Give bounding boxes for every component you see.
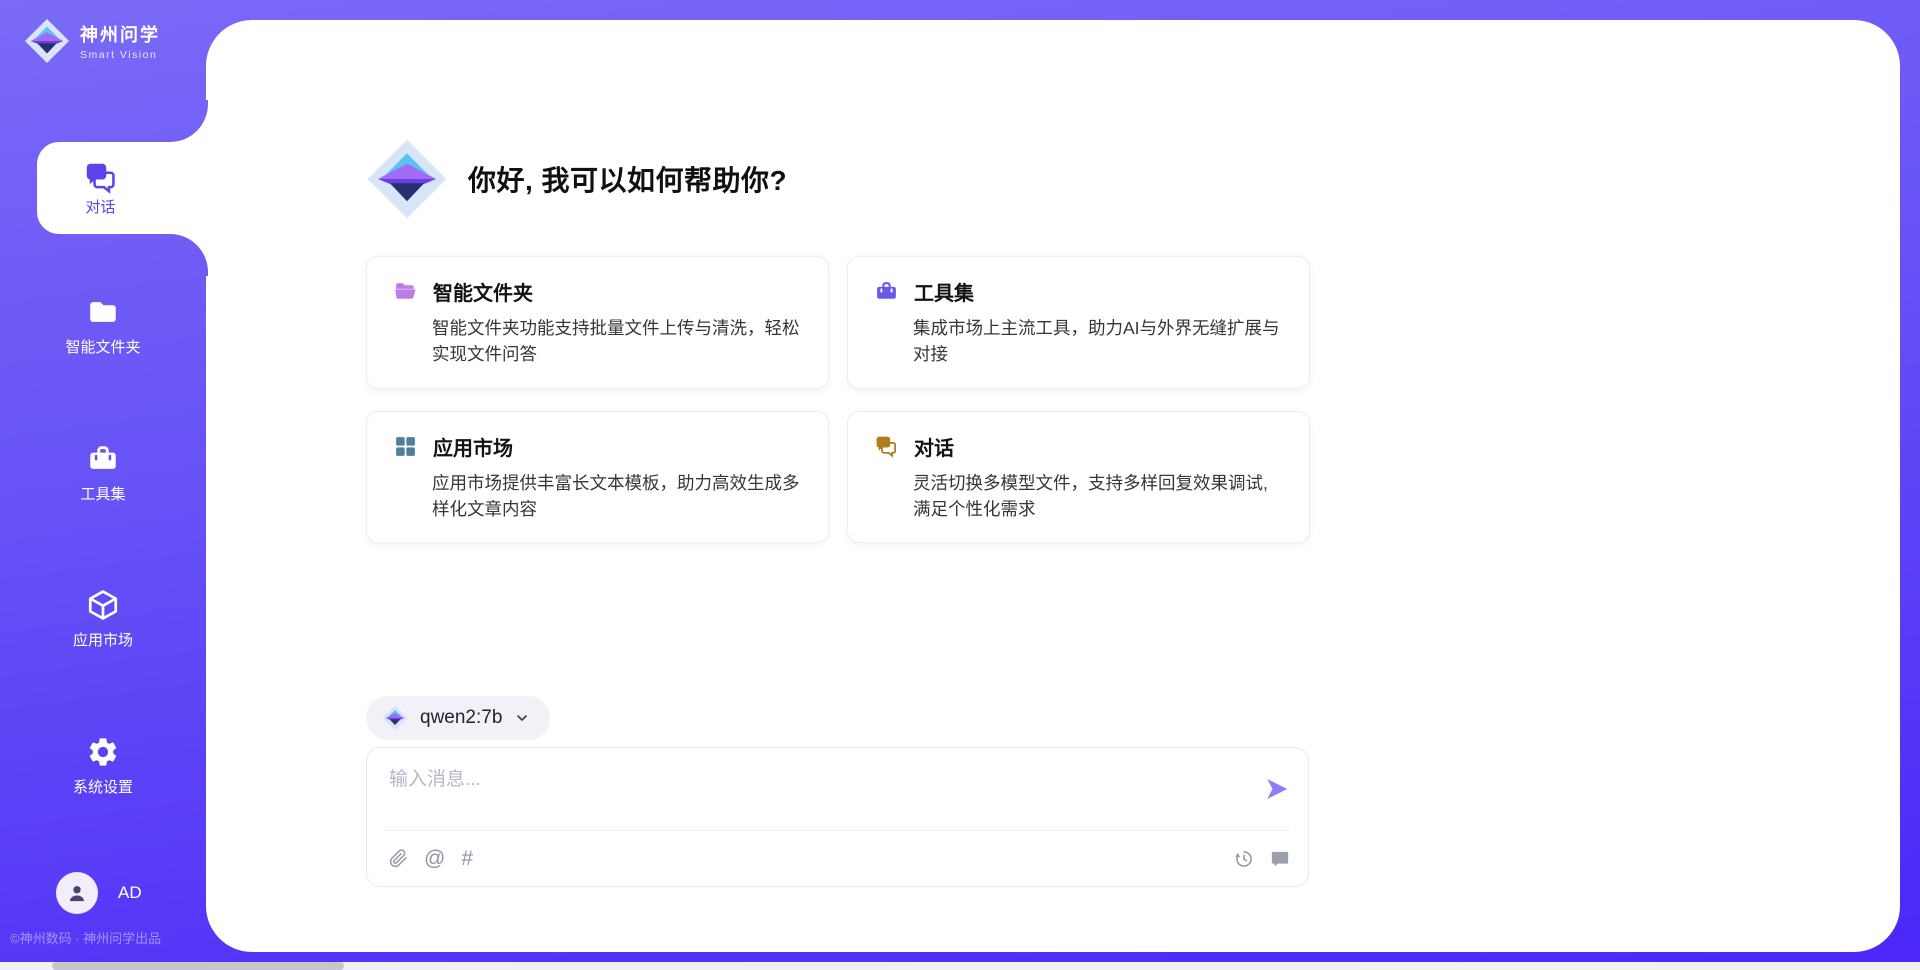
card-description: 灵活切换多模型文件，支持多样回复效果调试,满足个性化需求 — [913, 470, 1283, 523]
brand-name: 神州问学 — [80, 21, 160, 47]
sidebar-item-label: 系统设置 — [73, 776, 133, 797]
toolbox-icon — [86, 442, 120, 476]
app-root: 神州问学 Smart Vision 对话 智能文件夹 工具集 — [0, 0, 1920, 970]
model-gem-icon — [382, 705, 408, 731]
message-input[interactable] — [389, 764, 1229, 822]
chevron-down-icon — [514, 710, 530, 726]
brand-subtitle: Smart Vision — [80, 49, 160, 61]
mention-button[interactable]: @ — [424, 847, 445, 871]
hash-icon: # — [461, 847, 473, 871]
brand-gem-icon — [24, 18, 70, 64]
composer-toolbar: @ # — [389, 831, 1290, 886]
card-toolset[interactable]: 工具集 集成市场上主流工具，助力AI与外界无缝扩展与对接 — [847, 256, 1310, 389]
sidebar-item-label: 工具集 — [80, 483, 125, 504]
greeting-title: 你好, 我可以如何帮助你? — [468, 159, 787, 199]
card-title: 应用市场 — [433, 432, 513, 461]
avatar — [56, 872, 98, 914]
sidebar-item-label: 应用市场 — [73, 629, 133, 650]
person-icon — [64, 880, 90, 906]
history-button[interactable] — [1234, 849, 1254, 869]
chat-bubbles-icon — [83, 160, 119, 196]
sidebar-item-label: 智能文件夹 — [65, 336, 140, 357]
card-description: 集成市场上主流工具，助力AI与外界无缝扩展与对接 — [913, 315, 1283, 368]
greeting-row: 你好, 我可以如何帮助你? — [366, 138, 787, 220]
send-button[interactable] — [1260, 774, 1292, 806]
grid-icon — [393, 434, 418, 459]
sidebar-item-smart-folder[interactable]: 智能文件夹 — [0, 295, 206, 357]
card-app-market[interactable]: 应用市场 应用市场提供丰富长文本模板，助力高效生成多样化文章内容 — [366, 411, 829, 544]
feature-cards: 智能文件夹 智能文件夹功能支持批量文件上传与清洗，轻松实现文件问答 工具集 集成… — [366, 256, 1310, 543]
at-icon: @ — [424, 847, 445, 871]
sidebar-item-app-market[interactable]: 应用市场 — [0, 588, 206, 650]
model-name: qwen2:7b — [420, 707, 502, 729]
tab-curve-bottom — [164, 234, 208, 276]
greeting-gem-icon — [366, 138, 448, 220]
sidebar-item-settings[interactable]: 系统设置 — [0, 735, 206, 797]
card-description: 智能文件夹功能支持批量文件上传与清洗，轻松实现文件问答 — [432, 315, 802, 368]
scrollbar-thumb[interactable] — [52, 962, 344, 970]
chat-bubbles-icon — [874, 434, 899, 459]
paperclip-icon — [389, 849, 408, 868]
copyright-footer: ©神州数码 · 神州问学出品 — [10, 928, 161, 947]
card-chat[interactable]: 对话 灵活切换多模型文件，支持多样回复效果调试,满足个性化需求 — [847, 411, 1310, 544]
brand-logo: 神州问学 Smart Vision — [24, 18, 160, 64]
message-composer: @ # — [366, 747, 1309, 887]
card-title: 智能文件夹 — [433, 277, 533, 306]
open-folder-icon — [393, 279, 418, 304]
card-smart-folder[interactable]: 智能文件夹 智能文件夹功能支持批量文件上传与清洗，轻松实现文件问答 — [366, 256, 829, 389]
sidebar-item-toolset[interactable]: 工具集 — [0, 442, 206, 504]
user-initials: AD — [118, 883, 142, 903]
user-profile[interactable]: AD — [56, 872, 142, 914]
horizontal-scrollbar[interactable] — [0, 962, 1920, 970]
main-content: 你好, 我可以如何帮助你? 智能文件夹 智能文件夹功能支持批量文件上传与清洗，轻… — [366, 0, 1311, 970]
new-chat-button[interactable] — [1270, 849, 1290, 869]
model-selector[interactable]: qwen2:7b — [366, 696, 550, 740]
folder-icon — [86, 295, 120, 329]
sidebar-item-chat[interactable]: 对话 — [37, 142, 208, 234]
attach-file-button[interactable] — [389, 849, 408, 868]
chat-square-icon — [1270, 849, 1290, 869]
tab-curve-top — [164, 100, 208, 142]
toolbox-icon — [874, 279, 899, 304]
send-icon — [1261, 774, 1291, 804]
card-title: 对话 — [914, 432, 954, 461]
cube-icon — [86, 588, 120, 622]
topic-button[interactable]: # — [461, 847, 473, 871]
history-clock-icon — [1234, 849, 1254, 869]
sidebar-item-label: 对话 — [85, 196, 115, 217]
card-title: 工具集 — [914, 277, 974, 306]
card-description: 应用市场提供丰富长文本模板，助力高效生成多样化文章内容 — [432, 470, 802, 523]
gear-icon — [86, 735, 120, 769]
